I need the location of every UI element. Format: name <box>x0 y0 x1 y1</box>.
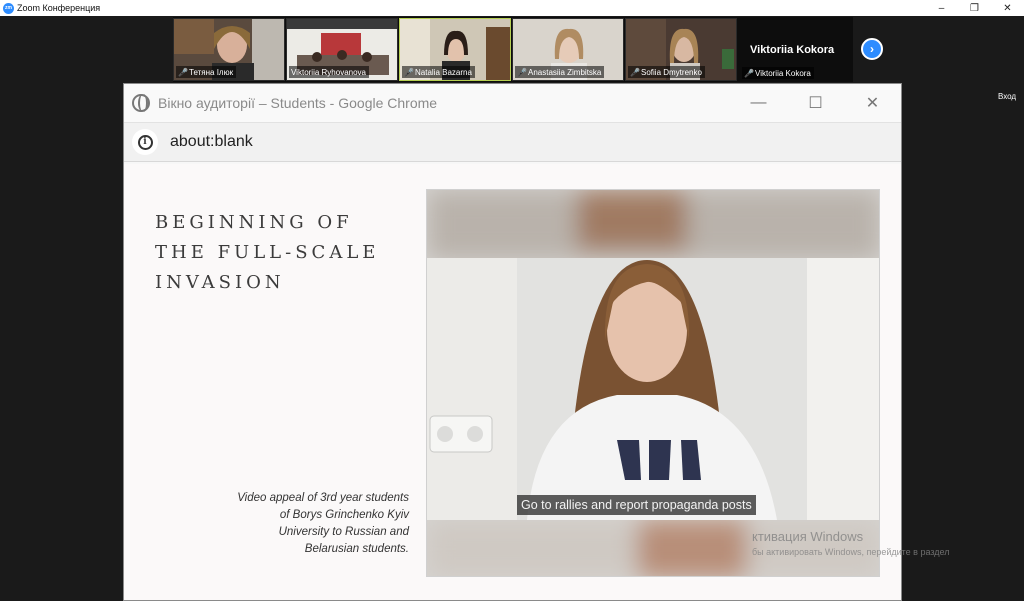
participant-name-label: 🎤 Viktoriia Kokora <box>742 67 814 79</box>
video-subtitle: Go to rallies and report propaganda post… <box>517 495 756 515</box>
embedded-video[interactable]: Go to rallies and report propaganda post… <box>426 189 880 577</box>
caption-line: University to Russian and <box>278 526 409 538</box>
participant-tile[interactable]: 🎤 Тетяна Ілюк <box>173 18 285 81</box>
windows-activation-watermark: ктивация Windows <box>752 529 864 544</box>
chevron-right-icon: › <box>870 42 874 56</box>
participant-tile[interactable]: Viktoriia Ryhovanova <box>286 18 398 81</box>
zoom-title-bar: zm Zoom Конференция – ❐ ✕ <box>0 0 1024 16</box>
slide-heading: BEGINNING OF THE FULL-SCALE INVASION <box>155 208 415 298</box>
zoom-minimize-button[interactable]: – <box>925 0 958 16</box>
caption-line: Belarusian students. <box>304 543 409 555</box>
heading-line: THE FULL-SCALE <box>155 242 380 263</box>
slide-caption: Video appeal of 3rd year students of Bor… <box>164 490 409 558</box>
participant-name: Sofiia Dmytrenko <box>641 67 702 77</box>
participant-name: Natalia Bazarna <box>415 67 472 77</box>
mic-muted-icon: 🎤 <box>517 67 527 77</box>
login-label[interactable]: Вход <box>998 92 1016 101</box>
url-text[interactable]: about:blank <box>170 133 253 151</box>
chrome-window-title: Вікно аудиторії – Students - Google Chro… <box>158 95 438 111</box>
participant-name-label: 🎤 Sofiia Dmytrenko <box>628 66 705 78</box>
zoom-window-title: Zoom Конференция <box>17 3 101 13</box>
mic-muted-icon: 🎤 <box>178 67 188 77</box>
caption-line: Video appeal of 3rd year students <box>237 492 409 504</box>
participant-name: Viktoriia Ryhovanova <box>291 67 367 77</box>
participant-tile[interactable]: 🎤 Anastasiia Zimbitska <box>512 18 624 81</box>
chrome-close-button[interactable]: ✕ <box>844 84 901 122</box>
caption-line: of Borys Grinchenko Kyiv <box>279 509 409 521</box>
info-icon: i <box>137 134 153 150</box>
participant-tile[interactable]: 🎤 Sofiia Dmytrenko <box>625 18 737 81</box>
heading-line: INVASION <box>155 272 285 293</box>
mic-muted-icon: 🎤 <box>630 67 640 77</box>
zoom-close-button[interactable]: ✕ <box>991 0 1024 16</box>
site-info-button[interactable]: i <box>132 129 158 155</box>
participant-name: Anastasiia Zimbitska <box>528 67 602 77</box>
participant-tile-no-video[interactable]: Viktoriia Kokora 🎤 Viktoriia Kokora <box>740 18 853 81</box>
zoom-restore-button[interactable]: ❐ <box>958 0 991 16</box>
video-frame <box>427 190 879 576</box>
participant-name: Тетяна Ілюк <box>189 67 234 77</box>
chrome-minimize-button[interactable]: — <box>730 84 787 122</box>
zoom-logo-icon: zm <box>3 2 14 14</box>
heading-line: BEGINNING OF <box>155 212 353 233</box>
participant-name-label: 🎤 Natalia Bazarna <box>402 66 475 78</box>
participant-strip: 🎤 Тетяна Ілюк Viktoriia Ryhovanova 🎤 Natal… <box>173 17 883 82</box>
participant-name-label: Viktoriia Ryhovanova <box>289 66 370 78</box>
mic-muted-icon: 🎤 <box>404 67 414 77</box>
active-speaker-name: Viktoriia Kokora <box>750 44 835 56</box>
chrome-window: Вікно аудиторії – Students - Google Chro… <box>123 83 902 601</box>
address-bar[interactable]: i about:blank <box>124 122 901 162</box>
participant-tile[interactable]: 🎤 Natalia Bazarna <box>399 18 511 81</box>
participant-name-label: 🎤 Тетяна Ілюк <box>176 66 237 78</box>
chrome-title-bar: Вікно аудиторії – Students - Google Chro… <box>124 84 901 122</box>
next-participants-button[interactable]: › <box>861 38 883 60</box>
participant-name: Viktoriia Kokora <box>755 68 811 78</box>
windows-activation-watermark-sub: бы активировать Windows, перейдите в раз… <box>752 547 950 557</box>
globe-icon <box>132 94 150 112</box>
participant-name-label: 🎤 Anastasiia Zimbitska <box>515 66 605 78</box>
mic-muted-icon: 🎤 <box>744 68 754 78</box>
chrome-maximize-button[interactable]: ☐ <box>787 84 844 122</box>
